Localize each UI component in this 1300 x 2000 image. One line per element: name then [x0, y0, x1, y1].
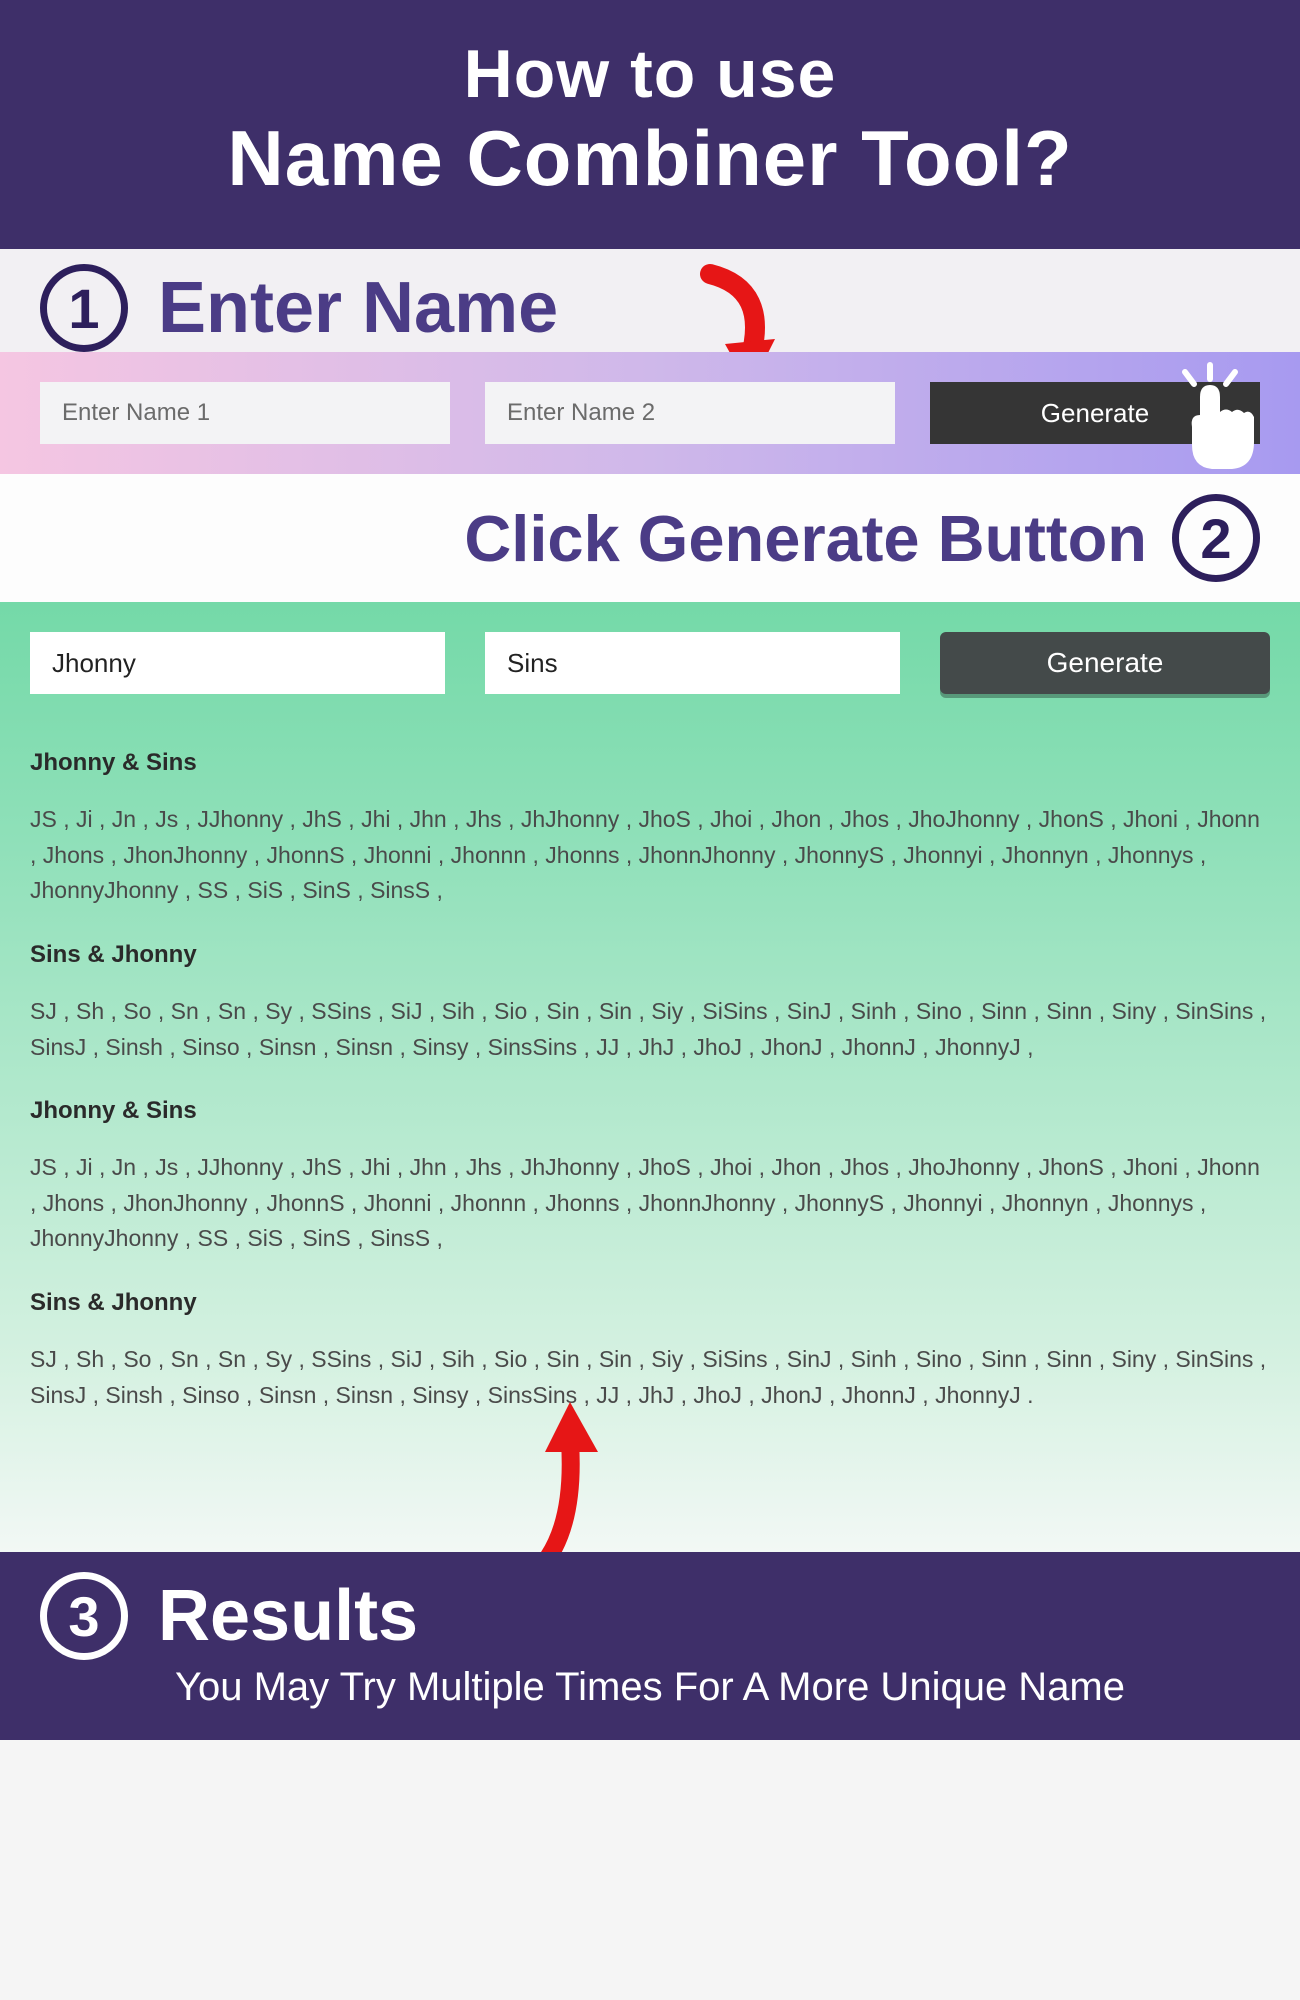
step2-label: Click Generate Button — [464, 501, 1147, 576]
step1-bar: 1 Enter Name — [0, 249, 1300, 352]
arrow-up-icon — [520, 1382, 640, 1552]
header-line1: How to use — [20, 35, 1280, 113]
step3-number-badge: 3 — [40, 1572, 128, 1660]
result-text: SJ , Sh , So , Sn , Sn , Sy , SSins , Si… — [30, 994, 1270, 1065]
result-block: Jhonny & Sins JS , Ji , Jn , Js , JJhonn… — [30, 1097, 1270, 1257]
result-heading: Jhonny & Sins — [30, 749, 1270, 777]
step3-label: Results — [158, 1575, 418, 1657]
results-panel: Generate Jhonny & Sins JS , Ji , Jn , Js… — [0, 602, 1300, 1552]
result-block: Sins & Jhonny SJ , Sh , So , Sn , Sn , S… — [30, 941, 1270, 1065]
result-heading: Jhonny & Sins — [30, 1097, 1270, 1125]
footer: 3 Results You May Try Multiple Times For… — [0, 1552, 1300, 1740]
name2-input[interactable] — [485, 382, 895, 444]
result-heading: Sins & Jhonny — [30, 941, 1270, 969]
result-block: Sins & Jhonny SJ , Sh , So , Sn , Sn , S… — [30, 1289, 1270, 1413]
step3-bar: 3 Results — [40, 1572, 1260, 1660]
header: How to use Name Combiner Tool? — [0, 0, 1300, 249]
result-heading: Sins & Jhonny — [30, 1289, 1270, 1317]
step1-number-badge: 1 — [40, 264, 128, 352]
results-generate-button[interactable]: Generate — [940, 632, 1270, 694]
header-line2: Name Combiner Tool? — [20, 113, 1280, 204]
result-text: SJ , Sh , So , Sn , Sn , Sy , SSins , Si… — [30, 1342, 1270, 1413]
result-text: JS , Ji , Jn , Js , JJhonny , JhS , Jhi … — [30, 1150, 1270, 1257]
generate-button[interactable]: Generate — [930, 382, 1260, 444]
step1-label: Enter Name — [158, 267, 558, 349]
input-bar: Generate — [0, 352, 1300, 474]
step2-bar: Click Generate Button 2 — [0, 474, 1300, 602]
footer-subtext: You May Try Multiple Times For A More Un… — [40, 1665, 1260, 1710]
results-name1-input[interactable] — [30, 632, 445, 694]
name1-input[interactable] — [40, 382, 450, 444]
result-block: Jhonny & Sins JS , Ji , Jn , Js , JJhonn… — [30, 749, 1270, 909]
results-name2-input[interactable] — [485, 632, 900, 694]
step2-number-badge: 2 — [1172, 494, 1260, 582]
result-text: JS , Ji , Jn , Js , JJhonny , JhS , Jhi … — [30, 802, 1270, 909]
results-input-row: Generate — [30, 632, 1270, 694]
